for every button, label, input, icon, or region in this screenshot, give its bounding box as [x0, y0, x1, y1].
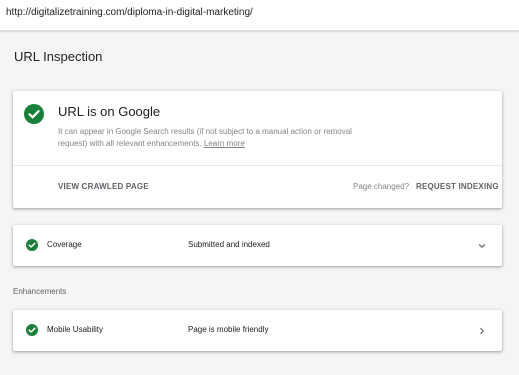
mobile-usability-row[interactable]: Mobile Usability Page is mobile friendly	[13, 310, 502, 351]
url-text[interactable]: http://digitalizetraining.com/diploma-in…	[6, 7, 253, 18]
request-indexing-button[interactable]: REQUEST INDEXING	[416, 182, 499, 191]
inspection-result-card: URL is on Google It can appear in Google…	[13, 91, 502, 208]
enhancements-heading: Enhancements	[13, 287, 67, 296]
chevron-down-icon[interactable]	[476, 239, 488, 251]
page-title: URL Inspection	[14, 49, 103, 64]
coverage-value: Submitted and indexed	[188, 240, 270, 249]
address-bar[interactable]: http://digitalizetraining.com/diploma-in…	[0, 0, 519, 31]
divider	[13, 165, 502, 166]
coverage-row[interactable]: Coverage Submitted and indexed	[13, 225, 502, 266]
status-headline: URL is on Google	[58, 104, 161, 119]
mobile-usability-label: Mobile Usability	[47, 325, 104, 334]
check-circle-icon	[26, 324, 38, 336]
learn-more-link[interactable]: Learn more	[204, 139, 245, 148]
page-changed-text: Page changed?	[353, 182, 410, 191]
view-crawled-page-button[interactable]: VIEW CRAWLED PAGE	[58, 182, 149, 191]
mobile-usability-value: Page is mobile friendly	[188, 325, 269, 334]
check-circle-icon	[26, 239, 38, 251]
check-circle-icon	[24, 104, 44, 124]
status-description: It can appear in Google Search results (…	[58, 126, 368, 150]
chevron-right-icon[interactable]	[476, 324, 488, 336]
coverage-label: Coverage	[47, 240, 82, 249]
